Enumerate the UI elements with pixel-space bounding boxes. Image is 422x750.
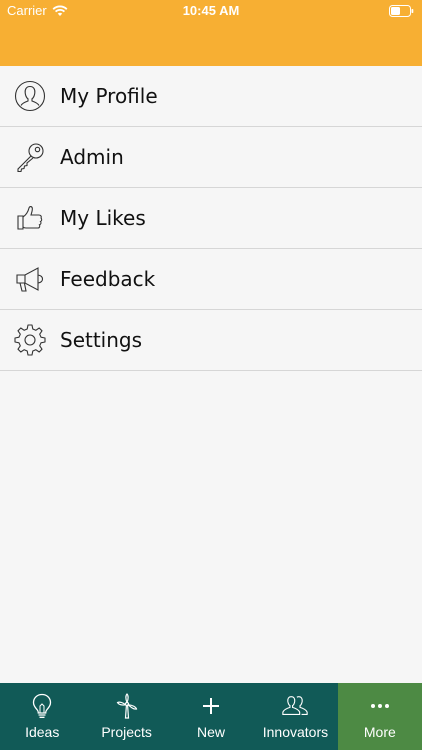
thumbs-up-icon <box>13 201 47 235</box>
menu-item-label: Feedback <box>60 267 156 291</box>
gear-icon <box>13 323 47 357</box>
menu-item-my-likes[interactable]: My Likes <box>0 188 422 249</box>
menu-item-settings[interactable]: Settings <box>0 310 422 371</box>
tab-label: Innovators <box>262 724 329 740</box>
menu-item-feedback[interactable]: Feedback <box>0 249 422 310</box>
tab-label: More <box>363 724 396 740</box>
battery-icon <box>389 5 414 17</box>
tab-new[interactable]: New <box>169 683 253 750</box>
key-icon <box>13 140 47 174</box>
menu-item-my-profile[interactable]: My Profile <box>0 66 422 127</box>
tab-innovators[interactable]: Innovators <box>253 683 337 750</box>
tab-projects[interactable]: Projects <box>84 683 168 750</box>
tab-bar: Ideas Projects New Innovators More <box>0 683 422 750</box>
top-bar: Carrier 10:45 AM <box>0 0 422 66</box>
tab-ideas[interactable]: Ideas <box>0 683 84 750</box>
menu-item-label: Admin <box>60 145 124 169</box>
more-dots-icon <box>366 692 394 720</box>
tab-label: New <box>197 724 226 740</box>
tab-more[interactable]: More <box>337 683 422 750</box>
status-time: 10:45 AM <box>182 3 240 18</box>
menu-item-label: My Profile <box>60 84 158 108</box>
status-bar: Carrier 10:45 AM <box>0 0 422 22</box>
plus-icon <box>197 692 225 720</box>
megaphone-icon <box>13 262 47 296</box>
more-menu-list: My Profile Admin My Likes Feedback Setti… <box>0 66 422 371</box>
lightbulb-icon <box>28 692 56 720</box>
menu-item-admin[interactable]: Admin <box>0 127 422 188</box>
people-icon <box>281 692 309 720</box>
wind-turbine-icon <box>113 692 141 720</box>
tab-label: Projects <box>101 724 152 740</box>
user-icon <box>13 79 47 113</box>
menu-item-label: My Likes <box>60 206 146 230</box>
tab-label: Ideas <box>25 724 60 740</box>
menu-item-label: Settings <box>60 328 143 352</box>
